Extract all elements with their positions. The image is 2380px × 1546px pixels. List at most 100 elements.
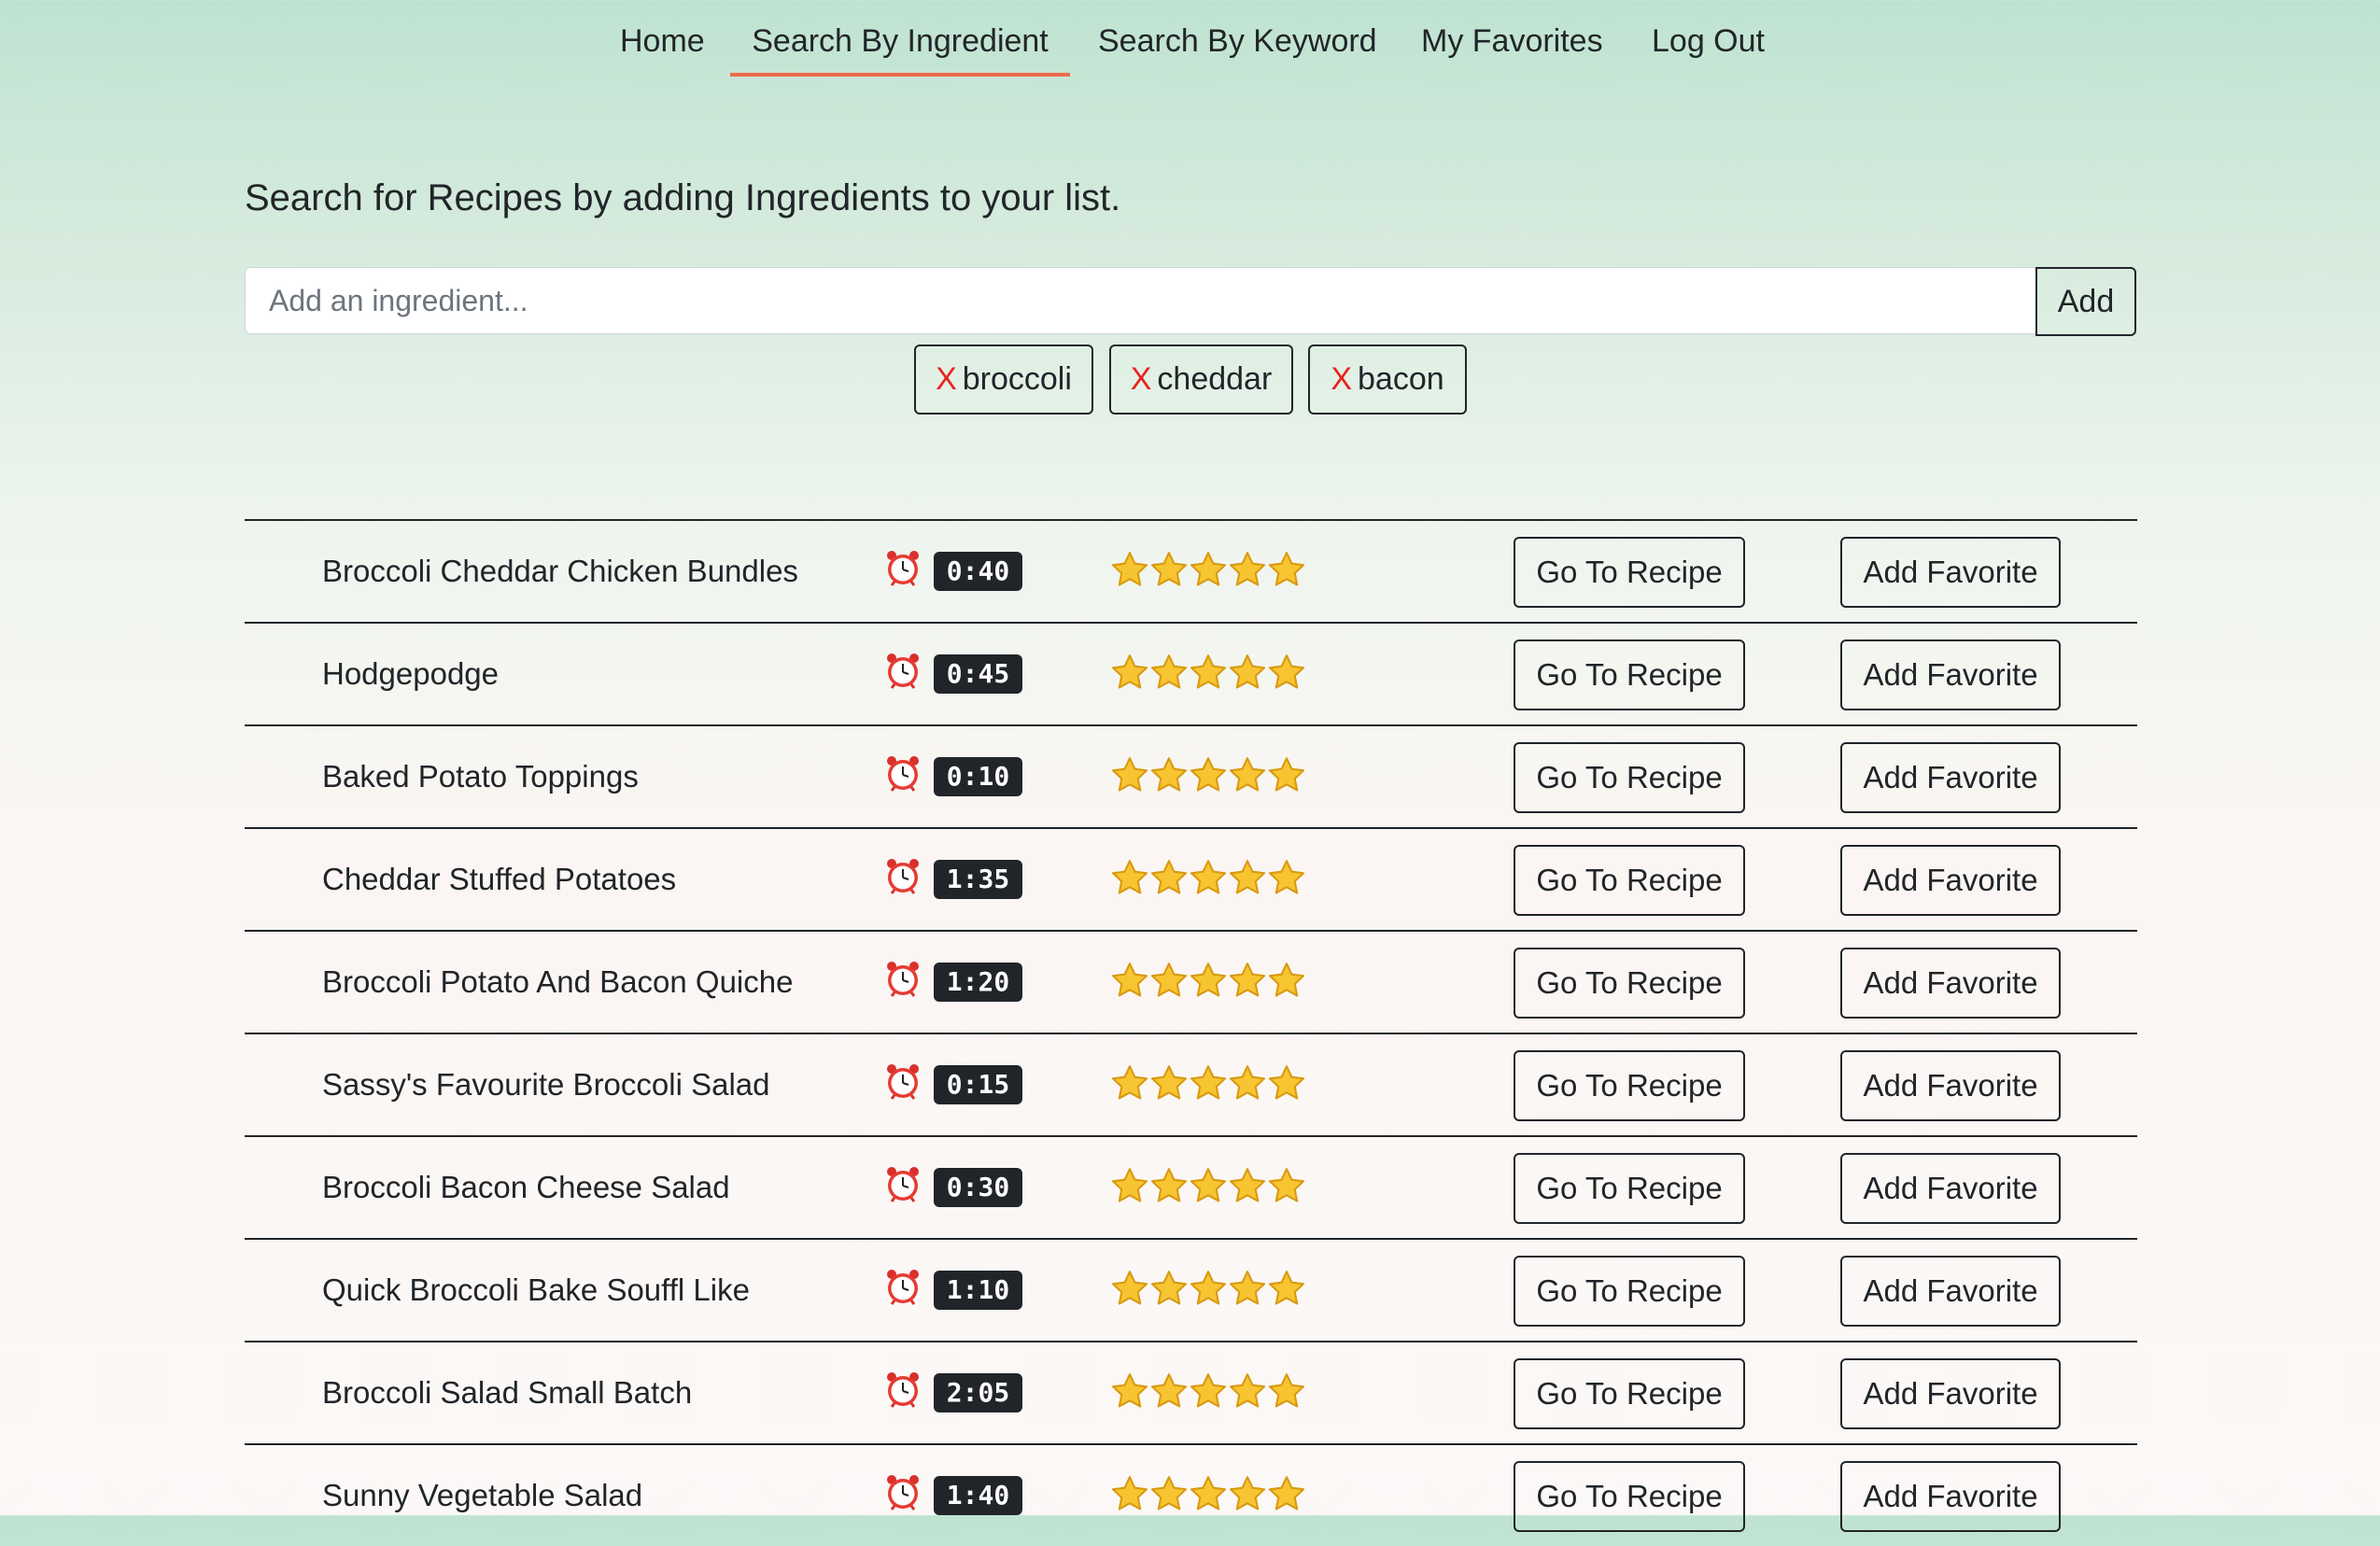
star-icon bbox=[1110, 1371, 1149, 1411]
add-favorite-button[interactable]: Add Favorite bbox=[1840, 1153, 2061, 1224]
add-favorite-button[interactable]: Add Favorite bbox=[1840, 537, 2061, 608]
go-to-recipe-button[interactable]: Go To Recipe bbox=[1514, 639, 1745, 710]
go-to-recipe-button[interactable]: Go To Recipe bbox=[1514, 845, 1745, 916]
add-ingredient-button[interactable]: Add bbox=[2035, 267, 2136, 336]
alarm-clock-icon bbox=[887, 654, 919, 689]
star-icon bbox=[1189, 1474, 1228, 1513]
star-icon bbox=[1189, 1371, 1228, 1411]
star-icon bbox=[1149, 1474, 1189, 1513]
star-icon bbox=[1189, 961, 1228, 1000]
recipe-name: Baked Potato Toppings bbox=[322, 759, 639, 794]
rating-stars bbox=[1110, 858, 1306, 899]
star-icon bbox=[1228, 1269, 1267, 1308]
recipe-name: Hodgepodge bbox=[322, 656, 500, 691]
go-to-recipe-button[interactable]: Go To Recipe bbox=[1514, 1153, 1745, 1224]
rating-stars bbox=[1110, 653, 1306, 694]
go-to-recipe-button[interactable]: Go To Recipe bbox=[1514, 742, 1745, 813]
go-to-recipe-button[interactable]: Go To Recipe bbox=[1514, 948, 1745, 1019]
ingredient-chip-cheddar[interactable]: Xcheddar bbox=[1109, 344, 1293, 415]
recipe-row: Sassy's Favourite Broccoli Salad 0:15 Go… bbox=[245, 1033, 2137, 1135]
add-favorite-button[interactable]: Add Favorite bbox=[1840, 948, 2061, 1019]
alarm-clock-icon bbox=[887, 1270, 919, 1305]
alarm-clock-icon bbox=[887, 1064, 919, 1100]
star-icon bbox=[1228, 755, 1267, 794]
cook-time-badge: 2:05 bbox=[934, 1373, 1022, 1412]
add-favorite-button[interactable]: Add Favorite bbox=[1840, 845, 2061, 916]
ingredient-chip-broccoli[interactable]: Xbroccoli bbox=[914, 344, 1093, 415]
cook-time-badge: 1:20 bbox=[934, 963, 1022, 1002]
star-icon bbox=[1228, 1166, 1267, 1205]
nav-search-by-ingredient[interactable]: Search By Ingredient bbox=[730, 11, 1070, 77]
star-icon bbox=[1110, 755, 1149, 794]
ingredient-input[interactable] bbox=[245, 267, 2035, 334]
star-icon bbox=[1110, 1269, 1149, 1308]
star-icon bbox=[1149, 550, 1189, 589]
go-to-recipe-button[interactable]: Go To Recipe bbox=[1514, 1461, 1745, 1532]
add-favorite-button[interactable]: Add Favorite bbox=[1840, 1461, 2061, 1532]
star-icon bbox=[1267, 550, 1306, 589]
star-icon bbox=[1228, 1474, 1267, 1513]
ingredient-chip-label: cheddar bbox=[1157, 361, 1273, 397]
rating-stars bbox=[1110, 1371, 1306, 1412]
star-icon bbox=[1110, 1063, 1149, 1103]
alarm-clock-icon bbox=[887, 859, 919, 894]
ingredient-chip-label: broccoli bbox=[962, 361, 1072, 397]
recipe-row: Quick Broccoli Bake Souffl Like 1:10 Go … bbox=[245, 1238, 2137, 1341]
star-icon bbox=[1149, 1371, 1189, 1411]
star-icon bbox=[1110, 858, 1149, 897]
ingredient-chip-label: bacon bbox=[1358, 361, 1444, 397]
star-icon bbox=[1189, 550, 1228, 589]
x-icon[interactable]: X bbox=[1331, 361, 1352, 397]
star-icon bbox=[1149, 858, 1189, 897]
nav-my-favorites[interactable]: My Favorites bbox=[1421, 11, 1603, 73]
star-icon bbox=[1149, 1063, 1189, 1103]
add-favorite-button[interactable]: Add Favorite bbox=[1840, 1358, 2061, 1429]
nav-home[interactable]: Home bbox=[620, 11, 705, 73]
recipe-name: Quick Broccoli Bake Souffl Like bbox=[322, 1272, 750, 1307]
add-favorite-button[interactable]: Add Favorite bbox=[1840, 1050, 2061, 1121]
recipe-row: Cheddar Stuffed Potatoes 1:35 Go To Reci… bbox=[245, 827, 2137, 930]
rating-stars bbox=[1110, 1269, 1306, 1310]
rating-stars bbox=[1110, 1063, 1306, 1104]
alarm-clock-icon bbox=[887, 962, 919, 997]
go-to-recipe-button[interactable]: Go To Recipe bbox=[1514, 1256, 1745, 1327]
go-to-recipe-button[interactable]: Go To Recipe bbox=[1514, 537, 1745, 608]
alarm-clock-icon bbox=[887, 1372, 919, 1408]
add-favorite-button[interactable]: Add Favorite bbox=[1840, 1256, 2061, 1327]
rating-stars bbox=[1110, 1166, 1306, 1207]
x-icon[interactable]: X bbox=[1131, 361, 1152, 397]
ingredient-chip-bacon[interactable]: Xbacon bbox=[1308, 344, 1467, 415]
star-icon bbox=[1267, 653, 1306, 692]
add-favorite-button[interactable]: Add Favorite bbox=[1840, 742, 2061, 813]
star-icon bbox=[1149, 1269, 1189, 1308]
go-to-recipe-button[interactable]: Go To Recipe bbox=[1514, 1050, 1745, 1121]
star-icon bbox=[1189, 1063, 1228, 1103]
star-icon bbox=[1267, 858, 1306, 897]
star-icon bbox=[1149, 653, 1189, 692]
recipe-row: Broccoli Bacon Cheese Salad 0:30 Go To R… bbox=[245, 1135, 2137, 1238]
alarm-clock-icon bbox=[887, 1167, 919, 1202]
star-icon bbox=[1228, 1371, 1267, 1411]
alarm-clock-icon bbox=[887, 756, 919, 792]
cook-time-badge: 1:40 bbox=[934, 1476, 1022, 1515]
cook-time-badge: 1:35 bbox=[934, 860, 1022, 899]
alarm-clock-icon bbox=[887, 551, 919, 586]
recipe-row: Hodgepodge 0:45 Go To Recipe Add Favorit… bbox=[245, 622, 2137, 724]
star-icon bbox=[1267, 1474, 1306, 1513]
recipe-row: Broccoli Cheddar Chicken Bundles 0:40 Go… bbox=[245, 519, 2137, 622]
nav-log-out[interactable]: Log Out bbox=[1652, 11, 1765, 73]
page-heading: Search for Recipes by adding Ingredients… bbox=[245, 177, 1121, 218]
go-to-recipe-button[interactable]: Go To Recipe bbox=[1514, 1358, 1745, 1429]
recipe-row: Broccoli Potato And Bacon Quiche 1:20 Go… bbox=[245, 930, 2137, 1033]
star-icon bbox=[1189, 755, 1228, 794]
star-icon bbox=[1189, 1269, 1228, 1308]
nav-search-by-keyword[interactable]: Search By Keyword bbox=[1098, 11, 1377, 73]
star-icon bbox=[1189, 653, 1228, 692]
cook-time-badge: 0:15 bbox=[934, 1065, 1022, 1104]
star-icon bbox=[1149, 1166, 1189, 1205]
recipe-row: Broccoli Salad Small Batch 2:05 Go To Re… bbox=[245, 1341, 2137, 1443]
star-icon bbox=[1267, 1166, 1306, 1205]
x-icon[interactable]: X bbox=[936, 361, 957, 397]
add-favorite-button[interactable]: Add Favorite bbox=[1840, 639, 2061, 710]
recipe-name: Sassy's Favourite Broccoli Salad bbox=[322, 1067, 770, 1102]
